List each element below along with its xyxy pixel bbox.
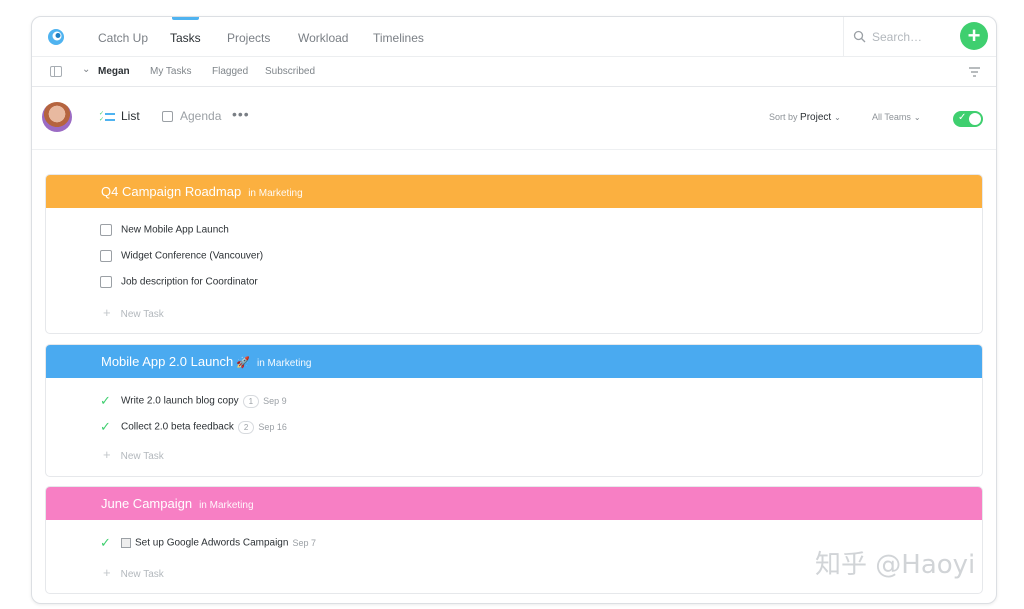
- new-task-button[interactable]: + New Task: [103, 305, 164, 320]
- chevron-down-icon: ⌄: [913, 113, 921, 122]
- checkmark-icon[interactable]: ✓: [100, 535, 114, 551]
- subtask-count-badge: 1: [242, 394, 260, 408]
- search-input[interactable]: [872, 30, 952, 44]
- task-due-date: Sep 7: [292, 537, 316, 548]
- task-checkbox[interactable]: [100, 276, 112, 288]
- more-options-icon[interactable]: •••: [232, 106, 250, 122]
- completed-toggle[interactable]: ✓: [953, 111, 983, 127]
- plus-icon: +: [103, 565, 111, 580]
- tab-tasks[interactable]: Tasks: [170, 17, 201, 57]
- sort-value: Project: [800, 112, 832, 123]
- task-label: Set up Google Adwords Campaign: [135, 537, 289, 549]
- task-label: Job description for Coordinator: [121, 276, 258, 288]
- check-icon: ✓: [958, 112, 967, 123]
- project-title: Q4 Campaign Roadmap: [101, 184, 242, 199]
- view-agenda-label: Agenda: [180, 109, 222, 123]
- task-item[interactable]: ✓ Set up Google Adwords Campaign Sep 7: [100, 535, 316, 551]
- task-item[interactable]: Widget Conference (Vancouver): [100, 250, 263, 262]
- project-title: June Campaign: [101, 496, 193, 511]
- checkmark-icon[interactable]: ✓: [100, 419, 114, 435]
- task-item[interactable]: Job description for Coordinator: [100, 276, 258, 288]
- tab-workload[interactable]: Workload: [298, 17, 348, 57]
- rocket-icon: 🚀: [236, 357, 250, 369]
- view-header: ✓ ✓ List Agenda ••• Sort by Project ⌄ All…: [32, 87, 996, 150]
- project-card: Mobile App 2.0 Launch 🚀 in Marketing ✓ Writ…: [45, 344, 983, 477]
- note-icon: [121, 538, 131, 548]
- chevron-down-icon[interactable]: ⌄: [82, 64, 90, 75]
- new-task-label: New Task: [120, 309, 164, 320]
- tab-timelines[interactable]: Timelines: [373, 17, 424, 57]
- filter-my-tasks[interactable]: My Tasks: [150, 57, 192, 87]
- new-task-button[interactable]: + New Task: [103, 447, 164, 462]
- project-team[interactable]: in Marketing: [248, 188, 302, 199]
- plus-icon: +: [103, 305, 111, 320]
- view-agenda-button[interactable]: Agenda: [162, 109, 221, 123]
- project-card: Q4 Campaign Roadmap in Marketing New Mobi…: [45, 174, 983, 334]
- project-header[interactable]: Mobile App 2.0 Launch 🚀 in Marketing: [46, 345, 982, 378]
- checkmark-icon[interactable]: ✓: [100, 393, 114, 409]
- project-team[interactable]: in Marketing: [257, 358, 311, 369]
- teams-label: All Teams: [872, 112, 911, 122]
- search-icon: [853, 30, 866, 43]
- task-checkbox[interactable]: [100, 224, 112, 236]
- search-box[interactable]: [843, 17, 953, 57]
- chevron-down-icon: ⌄: [834, 113, 841, 122]
- user-filter-megan[interactable]: Megan: [98, 57, 130, 87]
- add-button[interactable]: +: [960, 22, 988, 50]
- task-checkbox[interactable]: [100, 250, 112, 262]
- tab-catch-up[interactable]: Catch Up: [98, 17, 148, 57]
- app-window: Catch Up Tasks Projects Workload Timelin…: [31, 16, 997, 604]
- project-team[interactable]: in Marketing: [199, 500, 253, 511]
- sidebar-toggle-icon[interactable]: [50, 66, 62, 77]
- toggle-knob: [969, 113, 981, 125]
- calendar-check-icon: [162, 111, 173, 123]
- avatar[interactable]: [42, 102, 72, 132]
- task-label: Write 2.0 launch blog copy: [121, 395, 239, 407]
- filter-subscribed[interactable]: Subscribed: [265, 57, 315, 87]
- task-item[interactable]: New Mobile App Launch: [100, 224, 229, 236]
- project-header[interactable]: Q4 Campaign Roadmap in Marketing: [46, 175, 982, 208]
- view-list-button[interactable]: ✓ ✓ List: [99, 109, 140, 123]
- sub-nav: ⌄ Megan My Tasks Flagged Subscribed: [32, 57, 996, 87]
- project-header[interactable]: June Campaign in Marketing: [46, 487, 982, 520]
- top-nav: Catch Up Tasks Projects Workload Timelin…: [32, 17, 996, 57]
- new-task-label: New Task: [120, 569, 164, 580]
- sort-dropdown[interactable]: Sort by Project ⌄: [769, 112, 841, 123]
- task-label: Collect 2.0 beta feedback: [121, 421, 234, 433]
- task-item[interactable]: ✓ Collect 2.0 beta feedback 2 Sep 16: [100, 419, 287, 435]
- task-due-date: Sep 9: [263, 395, 287, 406]
- sort-prefix: Sort by: [769, 112, 798, 122]
- project-title: Mobile App 2.0 Launch: [101, 354, 234, 369]
- app-logo-icon[interactable]: [46, 27, 66, 47]
- new-task-label: New Task: [120, 451, 164, 462]
- task-due-date: Sep 16: [258, 421, 287, 432]
- subtask-count-badge: 2: [237, 420, 255, 434]
- task-label: New Mobile App Launch: [121, 224, 229, 236]
- filter-icon[interactable]: [969, 67, 980, 77]
- teams-dropdown[interactable]: All Teams ⌄: [872, 112, 921, 122]
- task-item[interactable]: ✓ Write 2.0 launch blog copy 1 Sep 9: [100, 393, 287, 409]
- tab-projects[interactable]: Projects: [227, 17, 270, 57]
- watermark: 知乎 @Haoyi: [815, 550, 976, 580]
- task-label: Widget Conference (Vancouver): [121, 250, 264, 262]
- new-task-button[interactable]: + New Task: [103, 565, 164, 580]
- view-list-label: List: [121, 109, 140, 123]
- filter-flagged[interactable]: Flagged: [212, 57, 248, 87]
- list-icon: ✓ ✓: [99, 111, 115, 123]
- plus-icon: +: [103, 447, 111, 462]
